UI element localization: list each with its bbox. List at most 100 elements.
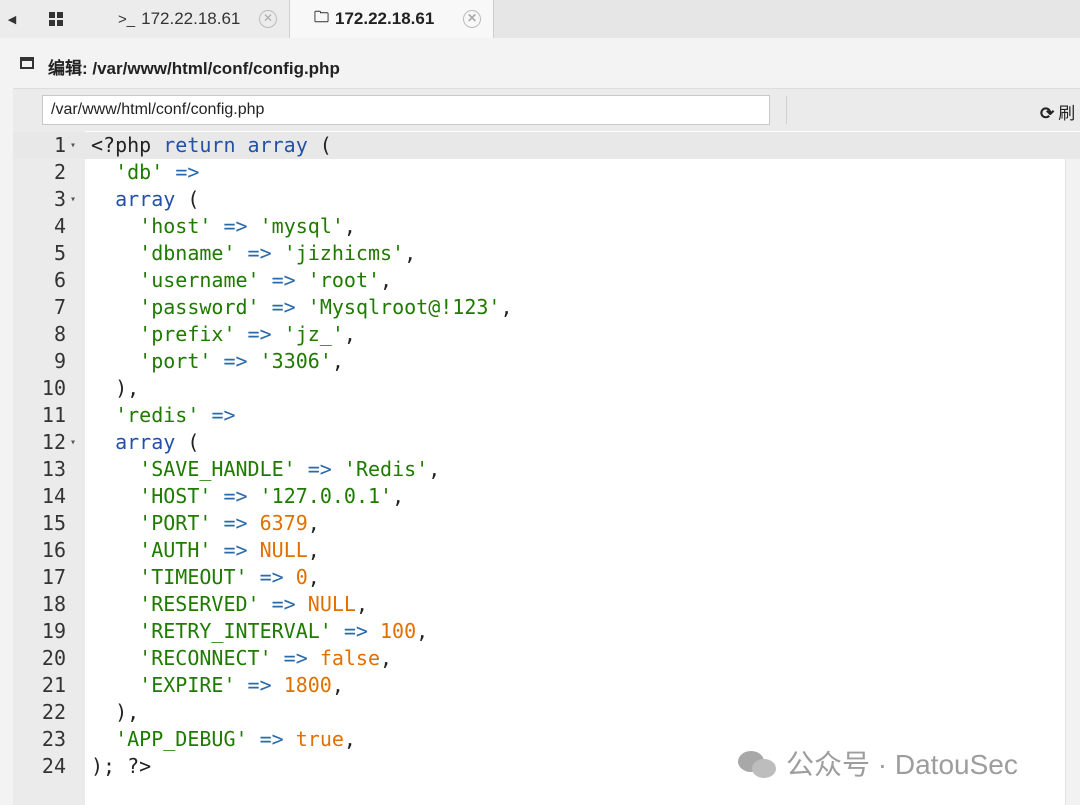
code-text: 'host' => 'mysql', xyxy=(91,213,356,240)
line-number: 1 xyxy=(53,133,66,157)
code-text: 'RESERVED' => NULL, xyxy=(91,591,368,618)
code-line[interactable]: 4 'host' => 'mysql', xyxy=(13,213,1065,240)
code-text: 'AUTH' => NULL, xyxy=(91,537,320,564)
code-line[interactable]: 20 'RECONNECT' => false, xyxy=(13,645,1065,672)
fold-arrow-icon[interactable]: ▾ xyxy=(70,132,76,159)
code-line[interactable]: 19 'RETRY_INTERVAL' => 100, xyxy=(13,618,1065,645)
code-line[interactable]: 11 'redis' => xyxy=(13,402,1065,429)
code-line[interactable]: 13 'SAVE_HANDLE' => 'Redis', xyxy=(13,456,1065,483)
code-token-string: 'EXPIRE' xyxy=(139,673,236,697)
code-line[interactable]: 22 ), xyxy=(13,699,1065,726)
tab-file-editor-close-icon[interactable]: ✕ xyxy=(463,10,481,28)
code-line[interactable]: 21 'EXPIRE' => 1800, xyxy=(13,672,1065,699)
fold-arrow-icon[interactable]: ▾ xyxy=(70,429,76,456)
code-token-plain: , xyxy=(355,592,368,616)
code-line[interactable]: 7 'password' => 'Mysqlroot@!123', xyxy=(13,294,1065,321)
code-token-number: 1800 xyxy=(283,673,332,697)
fold-arrow-icon[interactable]: ▾ xyxy=(70,186,76,213)
code-line[interactable]: 5 'dbname' => 'jizhicms', xyxy=(13,240,1065,267)
refresh-button[interactable]: ⟳ 刷 xyxy=(1040,99,1075,124)
code-line[interactable]: 1 ▾ <?php return array ( xyxy=(13,132,1065,159)
tab-scroll-left-button[interactable]: ◀ xyxy=(0,0,25,38)
code-token-string: 'PORT' xyxy=(139,511,212,535)
code-line[interactable]: 8 'prefix' => 'jz_', xyxy=(13,321,1065,348)
code-text: ), xyxy=(91,699,139,726)
line-number: 12 xyxy=(41,430,66,454)
tab-terminal-close-icon[interactable]: ✕ xyxy=(259,10,277,28)
code-token-constant: NULL xyxy=(259,538,308,562)
code-line[interactable]: 17 'TIMEOUT' => 0, xyxy=(13,564,1065,591)
tab-file-editor[interactable]: 🗀 172.22.18.61 ✕ xyxy=(290,0,494,38)
refresh-icon: ⟳ xyxy=(1040,104,1055,123)
code-token-keyword: array xyxy=(115,187,176,211)
code-token-op: => xyxy=(343,619,368,643)
chevron-left-icon: ◀ xyxy=(7,13,17,26)
code-token-op: => xyxy=(259,727,284,751)
watermark-text: 公众号 · DatouSec xyxy=(786,749,1018,780)
file-path-input[interactable] xyxy=(42,95,770,125)
code-editor[interactable]: 1 ▾ <?php return array (2 'db' => 3 ▾ array … xyxy=(13,131,1080,805)
code-token-plain: , xyxy=(331,673,344,697)
code-token-plain: ( xyxy=(175,430,200,454)
code-text: array ( xyxy=(91,186,199,213)
code-line[interactable]: 9 'port' => '3306', xyxy=(13,348,1065,375)
code-token-op: => xyxy=(211,403,236,427)
code-line[interactable]: 15 'PORT' => 6379, xyxy=(13,510,1065,537)
folder-icon: 🗀 xyxy=(314,8,330,26)
code-token-op: => xyxy=(271,592,296,616)
code-token-plain: , xyxy=(416,619,429,643)
code-token-plain: ( xyxy=(175,187,200,211)
code-line[interactable]: 14 'HOST' => '127.0.0.1', xyxy=(13,483,1065,510)
code-text: 'SAVE_HANDLE' => 'Redis', xyxy=(91,456,440,483)
line-number: 10 xyxy=(41,376,66,400)
terminal-icon: >_ xyxy=(118,10,136,28)
tab-terminal[interactable]: >_ 172.22.18.61 ✕ xyxy=(88,0,290,38)
code-token-string: '3306' xyxy=(259,349,332,373)
code-text: 'password' => 'Mysqlroot@!123', xyxy=(91,294,512,321)
code-token-plain: ( xyxy=(307,133,332,157)
code-token-plain: , xyxy=(380,268,393,292)
code-line[interactable]: 6 'username' => 'root', xyxy=(13,267,1065,294)
refresh-label: 刷 xyxy=(1058,104,1076,123)
window-icon xyxy=(20,57,34,69)
tab-overview-button[interactable] xyxy=(24,0,89,38)
code-token-plain: , xyxy=(343,727,356,751)
code-text: 'RETRY_INTERVAL' => 100, xyxy=(91,618,428,645)
line-number: 15 xyxy=(41,511,66,535)
line-number: 17 xyxy=(41,565,66,589)
code-token-plain: ); ?> xyxy=(91,754,152,778)
code-token-op: => xyxy=(247,322,272,346)
code-line[interactable]: 10 ), xyxy=(13,375,1065,402)
code-token-number: 0 xyxy=(295,565,308,589)
code-line[interactable]: 3 ▾ array ( xyxy=(13,186,1065,213)
code-token-plain: ), xyxy=(91,700,140,724)
code-line[interactable]: 18 'RESERVED' => NULL, xyxy=(13,591,1065,618)
code-token-string: 'port' xyxy=(139,349,212,373)
code-line[interactable]: 12 ▾ array ( xyxy=(13,429,1065,456)
code-token-plain: ), xyxy=(91,376,140,400)
watermark: 公众号 · DatouSec xyxy=(738,745,1018,781)
code-line[interactable]: 16 'AUTH' => NULL, xyxy=(13,537,1065,564)
line-number: 21 xyxy=(41,673,66,697)
code-line[interactable]: 2 'db' => xyxy=(13,159,1065,186)
line-number: 23 xyxy=(41,727,66,751)
